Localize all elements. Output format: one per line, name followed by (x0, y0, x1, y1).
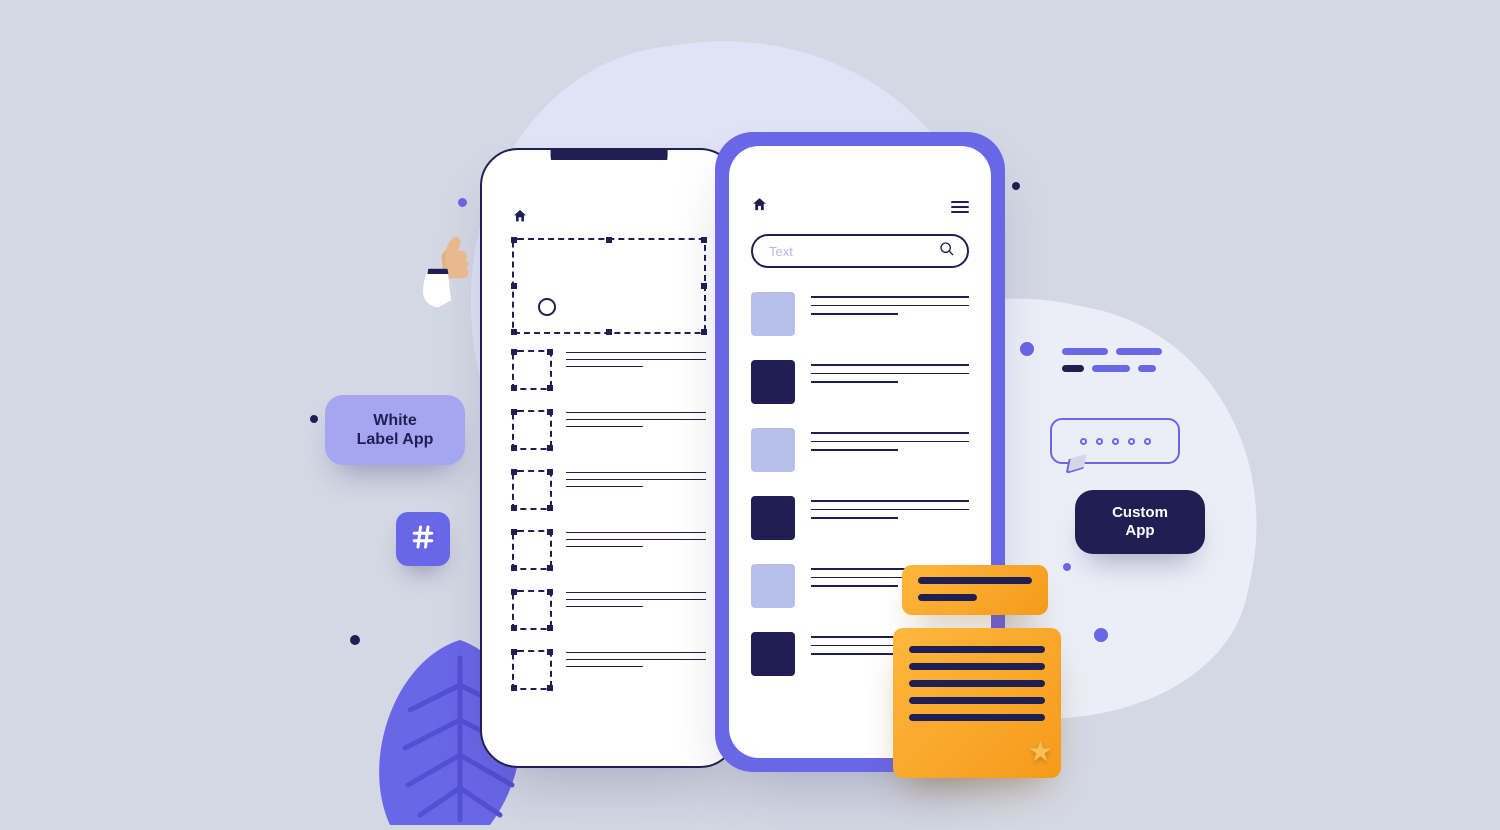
decor-dot (1012, 182, 1020, 190)
list-thumb (751, 564, 795, 608)
custom-app-chip: Custom App (1075, 490, 1205, 554)
star-icon: ★ (1028, 735, 1053, 768)
illustration-stage: Text (0, 0, 1500, 800)
phone-screen (492, 160, 726, 756)
chip-label: Custom App (1112, 504, 1168, 540)
chip-label: White Label App (357, 411, 434, 449)
decor-dot (1063, 563, 1071, 571)
list-text (811, 428, 969, 458)
speech-bubble-decoration (1050, 418, 1180, 464)
list-thumb (751, 360, 795, 404)
decor-dot (350, 635, 360, 645)
wireframe-row (512, 470, 706, 510)
wireframe-row (512, 590, 706, 630)
list-thumb (751, 632, 795, 676)
wireframe-row (512, 410, 706, 450)
list-text (811, 360, 969, 390)
decor-dot (458, 198, 467, 207)
list-text (811, 292, 969, 322)
floating-card-small (902, 565, 1048, 615)
list-item[interactable] (751, 496, 969, 540)
white-label-chip: White Label App (325, 395, 465, 465)
text-bars-decoration (1062, 348, 1162, 372)
list-thumb (751, 292, 795, 336)
decor-dot (1094, 628, 1108, 642)
list-thumb (751, 428, 795, 472)
floating-card-big: ★ (893, 628, 1061, 778)
wireframe-row (512, 650, 706, 690)
decor-dot (310, 415, 318, 423)
phone-white-label (480, 148, 738, 768)
wireframe-hero (512, 238, 706, 334)
search-placeholder: Text (769, 244, 793, 259)
list-item[interactable] (751, 428, 969, 472)
thumbs-up-icon (416, 232, 486, 311)
home-icon (512, 208, 528, 224)
search-icon (939, 241, 955, 262)
hash-icon (408, 522, 438, 557)
list-item[interactable] (751, 360, 969, 404)
list-thumb (751, 496, 795, 540)
search-input[interactable]: Text (751, 234, 969, 268)
hamburger-icon[interactable] (951, 201, 969, 213)
hash-chip (396, 512, 450, 566)
decor-dot (1020, 342, 1034, 356)
wireframe-row (512, 350, 706, 390)
wireframe-row (512, 530, 706, 570)
list-text (811, 496, 969, 526)
home-icon[interactable] (751, 196, 768, 218)
list-item[interactable] (751, 292, 969, 336)
